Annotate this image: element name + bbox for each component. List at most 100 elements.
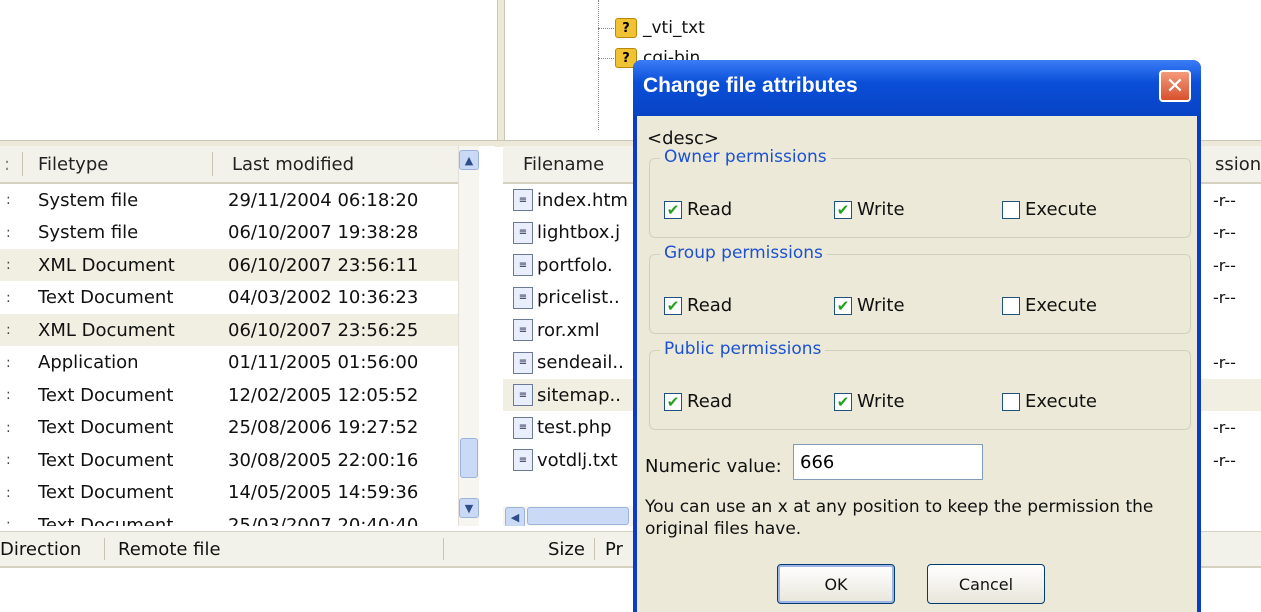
vertical-splitter[interactable] <box>497 0 505 140</box>
column-last-modified[interactable]: Last modified <box>232 146 354 182</box>
row-edge: : <box>6 289 11 306</box>
filename-label: sendeail.. <box>537 352 624 373</box>
table-row[interactable]: : Application 01/11/2005 01:56:00 <box>0 347 458 379</box>
filename-label: sitemap.. <box>537 384 621 406</box>
file-icon: ≡ <box>513 189 533 211</box>
permission-group-label: Owner permissions <box>660 147 831 167</box>
column-divider[interactable] <box>443 538 444 560</box>
checkbox-box[interactable]: ✔ <box>664 392 682 411</box>
scroll-up-icon[interactable]: ▲ <box>459 150 479 170</box>
remote-list-hscrollbar[interactable]: ◀ <box>503 506 633 526</box>
checkbox-label: Execute <box>1025 391 1097 412</box>
tree-connector <box>598 58 614 59</box>
permission-group: Group permissions ✔ Read ✔ Write Execute <box>649 243 1191 334</box>
column-divider[interactable] <box>212 152 213 176</box>
tree-item-vti-txt[interactable]: ? _vti_txt <box>615 17 705 39</box>
scroll-thumb[interactable] <box>460 438 478 478</box>
read-checkbox[interactable]: ✔ Read <box>664 295 732 316</box>
cell-last-modified: 14/05/2005 14:59:36 <box>228 482 419 503</box>
column-permissions[interactable]: ssions <box>1215 146 1261 182</box>
table-row[interactable]: : Text Document 25/08/2006 19:27:52 <box>0 412 458 444</box>
cell-filename: ≡ pricelist.. <box>513 282 620 314</box>
cancel-button[interactable]: Cancel <box>927 564 1045 604</box>
checkbox-label: Read <box>687 295 733 316</box>
table-row[interactable]: : Text Document 04/03/2002 10:36:23 <box>0 282 458 314</box>
row-edge: : <box>6 452 11 468</box>
dialog-titlebar[interactable]: Change file attributes ✕ <box>633 60 1201 116</box>
cell-filetype: Application <box>38 352 139 373</box>
table-row[interactable]: : Text Document 25/03/2007 20:40:40 <box>0 509 458 527</box>
column-size[interactable]: Size <box>548 532 585 566</box>
row-edge: : <box>6 387 11 403</box>
table-row[interactable]: : Text Document 30/08/2005 22:00:16 <box>0 444 458 476</box>
checkbox-label: Write <box>857 391 905 412</box>
row-edge: : <box>6 484 11 501</box>
cell-filetype: System file <box>38 189 139 211</box>
change-file-attributes-dialog: Change file attributes ✕ <desc> Owner pe… <box>633 60 1201 612</box>
cell-filename: ≡ sitemap.. <box>513 379 621 411</box>
execute-checkbox[interactable]: Execute <box>1002 391 1097 412</box>
table-row[interactable]: : System file 29/11/2004 06:18:20 <box>0 184 458 216</box>
column-divider[interactable] <box>104 538 105 560</box>
local-list-scrollbar[interactable]: ▲ ▼ <box>458 146 479 526</box>
checkbox-box[interactable]: ✔ <box>834 296 852 315</box>
table-row[interactable]: : XML Document 06/10/2007 23:56:25 <box>0 314 458 346</box>
scroll-left-icon[interactable]: ◀ <box>505 507 525 526</box>
row-edge: : <box>6 517 11 526</box>
checkbox-box[interactable]: ✔ <box>834 392 852 411</box>
row-edge: : <box>6 192 11 208</box>
cell-filename: ≡ lightbox.j <box>513 217 620 249</box>
checkbox-box[interactable]: ✔ <box>664 296 682 315</box>
column-priority[interactable]: Pr <box>605 532 623 566</box>
close-icon[interactable]: ✕ <box>1159 70 1191 102</box>
checkbox-box[interactable]: ✔ <box>834 200 852 219</box>
scroll-thumb[interactable] <box>527 507 629 525</box>
scroll-down-icon[interactable]: ▼ <box>459 498 479 518</box>
cell-last-modified: 06/10/2007 19:38:28 <box>228 222 419 243</box>
checkbox-label: Execute <box>1025 295 1097 316</box>
cell-last-modified: 25/03/2007 20:40:40 <box>228 514 419 527</box>
column-remote-file[interactable]: Remote file <box>118 532 221 566</box>
numeric-value-input[interactable] <box>793 444 983 480</box>
cell-filename: ≡ sendeail.. <box>513 347 624 379</box>
filename-label: pricelist.. <box>537 287 620 308</box>
dialog-title: Change file attributes <box>643 74 858 97</box>
cell-permissions: -r-- <box>1213 223 1236 242</box>
checkbox-box[interactable] <box>1002 200 1020 219</box>
checkbox-box[interactable] <box>1002 296 1020 315</box>
column-filetype[interactable]: Filetype <box>38 146 108 182</box>
column-direction[interactable]: Direction <box>0 532 81 566</box>
table-row[interactable]: : Text Document 12/02/2005 12:05:52 <box>0 379 458 411</box>
checkbox-label: Read <box>687 199 733 220</box>
cell-filename: ≡ votdlj.txt <box>513 444 618 476</box>
cell-last-modified: 04/03/2002 10:36:23 <box>228 287 419 308</box>
cell-filetype: System file <box>38 222 139 243</box>
checkbox-label: Write <box>857 199 905 220</box>
table-row[interactable]: : XML Document 06/10/2007 23:56:11 <box>0 249 458 281</box>
read-checkbox[interactable]: ✔ Read <box>664 391 732 412</box>
file-icon: ≡ <box>513 449 533 471</box>
checkbox-box[interactable] <box>1002 392 1020 411</box>
column-divider[interactable] <box>22 152 23 176</box>
execute-checkbox[interactable]: Execute <box>1002 199 1097 220</box>
cell-permissions: -r-- <box>1213 450 1236 470</box>
checkbox-box[interactable]: ✔ <box>664 200 682 219</box>
execute-checkbox[interactable]: Execute <box>1002 295 1097 316</box>
write-checkbox[interactable]: ✔ Write <box>834 391 905 412</box>
column-divider[interactable] <box>594 538 595 560</box>
table-row[interactable]: : Text Document 14/05/2005 14:59:36 <box>0 477 458 509</box>
file-icon: ≡ <box>513 384 533 406</box>
read-checkbox[interactable]: ✔ Read <box>664 199 732 220</box>
local-file-list: : Filetype Last modified : System file 29/… <box>0 146 495 526</box>
permission-hint: You can use an x at any position to keep… <box>645 497 1154 539</box>
cell-last-modified: 29/11/2004 06:18:20 <box>228 189 419 211</box>
write-checkbox[interactable]: ✔ Write <box>834 295 905 316</box>
write-checkbox[interactable]: ✔ Write <box>834 199 905 220</box>
column-filename[interactable]: Filename <box>523 146 604 182</box>
tree-item-label: _vti_txt <box>643 18 705 38</box>
cell-filetype: Text Document <box>38 384 174 406</box>
cell-filename: ≡ index.htm <box>513 184 628 216</box>
table-row[interactable]: : System file 06/10/2007 19:38:28 <box>0 217 458 249</box>
checkbox-label: Execute <box>1025 199 1097 220</box>
ok-button[interactable]: OK <box>777 564 895 604</box>
